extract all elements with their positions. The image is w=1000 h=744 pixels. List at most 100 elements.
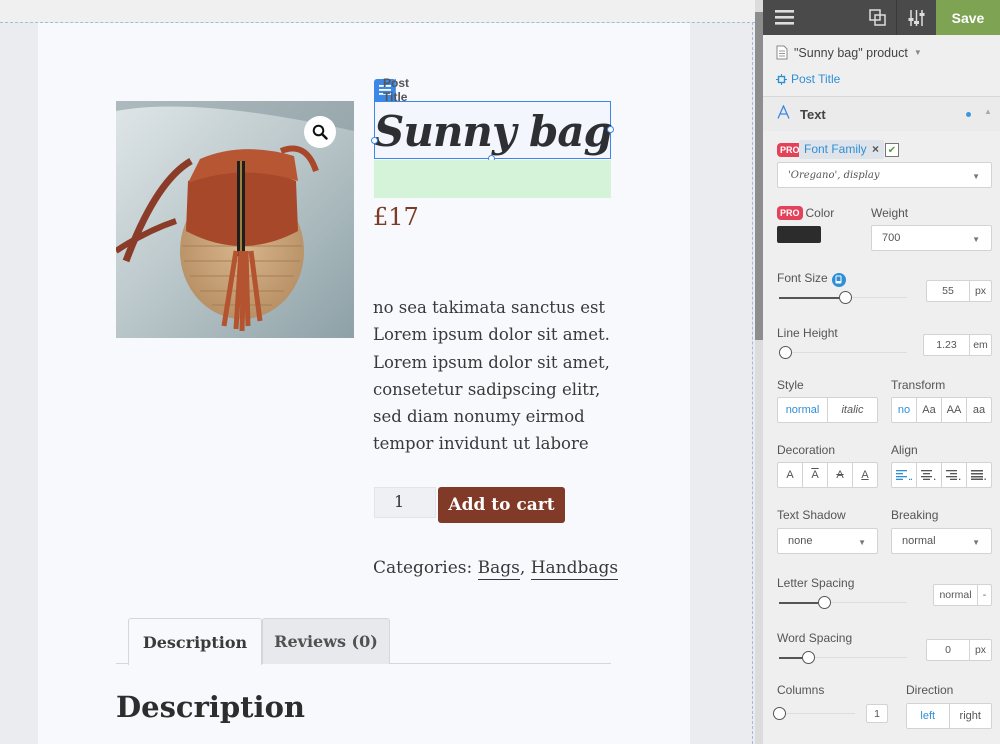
font-family-chip[interactable]: Font Family × <box>799 140 885 159</box>
slider-knob[interactable] <box>773 707 786 720</box>
frame-guide <box>752 22 753 744</box>
unit-toggle[interactable]: - <box>977 585 991 605</box>
add-to-cart-button[interactable]: Add to cart <box>438 487 565 523</box>
hamburger-icon <box>774 10 794 25</box>
image-zoom-button[interactable] <box>304 116 336 148</box>
document-icon <box>776 45 788 60</box>
columns-label: Columns <box>777 683 825 697</box>
element-tag-post-title[interactable]: Post Title <box>374 76 409 104</box>
style-panel: Save "Sunny bag" product ▼ Post Title Te… <box>763 0 1000 744</box>
description-line: Lorem ipsum dolor sit amet, <box>373 352 610 372</box>
quantity-input[interactable]: 1 <box>374 487 436 518</box>
font-size-label: Font Size <box>777 271 846 287</box>
text-icon <box>777 103 790 124</box>
decoration-overline[interactable]: A <box>802 463 827 487</box>
direction-right[interactable]: right <box>948 704 992 728</box>
category-separator: , <box>519 558 526 578</box>
color-swatch[interactable] <box>777 226 821 243</box>
decoration-label: Decoration <box>777 443 836 457</box>
remove-icon[interactable]: × <box>872 142 879 156</box>
description-heading: Description <box>116 690 305 724</box>
color-label: PRO Color <box>777 206 834 220</box>
decoration-line-through[interactable]: A <box>827 463 852 487</box>
align-left-button[interactable] <box>892 463 916 487</box>
word-spacing-input[interactable]: 0 px <box>926 639 992 661</box>
breaking-select[interactable]: normal ▼ <box>891 528 992 554</box>
align-justify-button[interactable] <box>966 463 991 487</box>
element-tag-label: Post Title <box>383 76 410 104</box>
font-size-slider[interactable] <box>779 291 907 305</box>
selected-element-label: Post Title <box>791 72 841 86</box>
font-size-input[interactable]: 55 px <box>926 280 992 302</box>
unit-toggle[interactable]: px <box>969 640 991 660</box>
direction-label: Direction <box>906 683 954 697</box>
menu-button[interactable] <box>763 0 805 35</box>
unit-toggle[interactable]: em <box>969 335 991 355</box>
letter-spacing-slider[interactable] <box>779 596 907 610</box>
tab-description[interactable]: Description <box>128 618 262 665</box>
slider-knob[interactable] <box>779 346 792 359</box>
unit-toggle[interactable]: px <box>969 281 991 301</box>
font-family-label: Font Family <box>804 142 867 156</box>
breadcrumb[interactable]: "Sunny bag" product ▼ <box>776 45 922 60</box>
style-toggle[interactable]: normal italic <box>777 397 878 423</box>
transform-option-lowercase[interactable]: aa <box>966 398 991 422</box>
columns-input[interactable]: 1 <box>866 704 888 723</box>
breaking-label: Breaking <box>891 508 939 522</box>
slider-knob[interactable] <box>818 596 832 609</box>
transform-option-uppercase[interactable]: AA <box>941 398 966 422</box>
settings-button[interactable] <box>897 0 936 35</box>
slider-fill <box>779 297 839 299</box>
transform-label: Transform <box>891 378 946 392</box>
decoration-toggle[interactable]: A A A A <box>777 462 878 488</box>
element-target-icon <box>776 73 787 85</box>
breadcrumb-label: "Sunny bag" product <box>794 45 908 60</box>
responsive-icon[interactable] <box>831 272 846 287</box>
transform-option-none[interactable]: no <box>892 398 916 422</box>
style-option-italic[interactable]: italic <box>827 398 877 422</box>
resize-handle-right[interactable] <box>607 126 614 133</box>
chevron-down-icon: ▼ <box>972 538 980 547</box>
weight-label: Weight <box>871 206 909 220</box>
canvas-scrollbar-thumb[interactable] <box>755 12 763 340</box>
line-height-slider[interactable] <box>779 346 907 360</box>
transform-toggle[interactable]: no Aa AA aa <box>891 397 992 423</box>
align-right-button[interactable] <box>941 463 966 487</box>
product-price: £17 <box>373 203 419 231</box>
align-center-button[interactable] <box>916 463 941 487</box>
columns-slider[interactable] <box>773 707 855 721</box>
slider-knob[interactable] <box>802 651 815 664</box>
line-height-input[interactable]: 1.23 em <box>923 334 992 356</box>
align-label: Align <box>891 443 918 457</box>
section-text-header[interactable]: Text ▲ <box>763 97 1000 131</box>
category-link-handbags[interactable]: Handbags <box>530 558 619 580</box>
product-title[interactable]: Sunny bag <box>374 103 613 161</box>
decoration-none[interactable]: A <box>778 463 802 487</box>
direction-toggle[interactable]: left right <box>906 703 992 729</box>
layers-icon <box>869 9 886 26</box>
tab-reviews[interactable]: Reviews (0) <box>262 618 390 664</box>
font-family-checkbox[interactable]: ✔ <box>885 143 899 157</box>
align-toggle[interactable] <box>891 462 992 488</box>
decoration-underline[interactable]: A <box>852 463 877 487</box>
layers-button[interactable] <box>859 0 896 35</box>
save-button[interactable]: Save <box>936 0 1000 35</box>
resize-handle-left[interactable] <box>371 137 378 144</box>
slider-knob[interactable] <box>838 291 852 304</box>
font-family-select[interactable]: 'Oregano', display ▼ <box>777 162 992 188</box>
category-link-bags[interactable]: Bags <box>477 558 520 580</box>
selected-element-link[interactable]: Post Title <box>776 72 840 86</box>
chevron-down-icon: ▼ <box>858 538 866 547</box>
description-line: consetetur sadipscing elitr, <box>373 379 601 399</box>
description-line: tempor invidunt ut labore <box>373 434 589 454</box>
line-height-label: Line Height <box>777 326 838 340</box>
weight-select[interactable]: 700 ▼ <box>871 225 992 251</box>
style-option-normal[interactable]: normal <box>778 398 827 422</box>
word-spacing-slider[interactable] <box>779 651 907 665</box>
collapse-icon[interactable]: ▲ <box>984 107 992 116</box>
letter-spacing-input[interactable]: normal - <box>933 584 992 606</box>
text-shadow-select[interactable]: none ▼ <box>777 528 878 554</box>
direction-left[interactable]: left <box>907 704 949 728</box>
transform-option-capitalize[interactable]: Aa <box>916 398 941 422</box>
align-left-icon <box>896 470 912 480</box>
